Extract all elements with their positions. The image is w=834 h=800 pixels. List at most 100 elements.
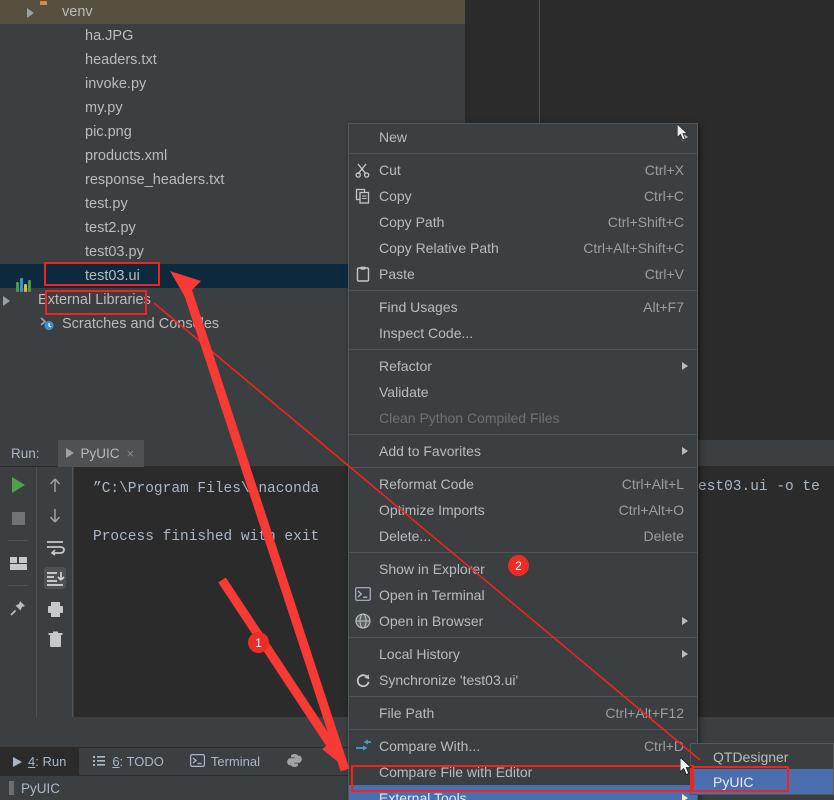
menu-item-label: Local History <box>379 646 460 662</box>
menu-item-copy-path[interactable]: Copy Path Ctrl+Shift+C <box>349 209 697 235</box>
menu-item-open-in-browser[interactable]: Open in Browser <box>349 608 697 634</box>
soft-wrap-icon[interactable] <box>44 536 66 558</box>
submenu-arrow-icon <box>682 650 688 658</box>
menu-item-find-usages[interactable]: Find Usages Alt+F7 <box>349 294 697 320</box>
menu-item-copy[interactable]: Copy Ctrl+C <box>349 183 697 209</box>
menu-item-label: Copy Path <box>379 214 445 230</box>
tool-button-todo[interactable]: 6: TODO <box>79 748 177 776</box>
menu-item-compare-file-with-editor[interactable]: Compare File with Editor <box>349 759 697 785</box>
terminal-icon <box>355 587 372 604</box>
menu-separator <box>349 696 697 697</box>
tree-item-icon: Qt <box>63 268 79 284</box>
tree-row-venv[interactable]: venv <box>0 0 465 24</box>
editor-split-divider[interactable] <box>539 0 540 125</box>
refresh-icon <box>355 672 372 689</box>
chevron-right-icon[interactable] <box>0 294 13 307</box>
submenu-item-label: QTDesigner <box>713 748 789 765</box>
scissors-icon <box>355 162 372 179</box>
todo-list-icon <box>92 754 106 770</box>
tree-item-icon <box>63 76 79 92</box>
submenu-arrow-icon <box>682 447 688 455</box>
tree-item-label: my.py <box>85 100 123 116</box>
tool-button-todo-label: 6: TODO <box>112 754 164 769</box>
menu-item-compare-with[interactable]: Compare With... Ctrl+D <box>349 733 697 759</box>
tree-item-icon <box>63 124 79 140</box>
tree-row-my-py[interactable]: my.py <box>0 96 465 120</box>
menu-item-shortcut: Ctrl+V <box>644 266 684 282</box>
menu-item-show-in-explorer[interactable]: Show in Explorer <box>349 556 697 582</box>
scroll-up-icon[interactable] <box>44 474 66 496</box>
menu-item-label: Show in Explorer <box>379 561 485 577</box>
submenu-item-pyuic[interactable]: PyUIC <box>691 769 833 794</box>
menu-item-copy-relative-path[interactable]: Copy Relative Path Ctrl+Alt+Shift+C <box>349 235 697 261</box>
menu-item-shortcut: Ctrl+Alt+O <box>618 502 684 518</box>
menu-item-label: Paste <box>379 266 415 282</box>
tree-row-ha-jpg[interactable]: ha.JPG <box>0 24 465 48</box>
pin-icon[interactable] <box>7 597 29 619</box>
tool-button-terminal-label: Terminal <box>210 754 260 769</box>
print-icon[interactable] <box>44 598 66 620</box>
tree-item-icon: <> <box>63 148 79 164</box>
menu-item-new[interactable]: New <box>349 124 697 150</box>
menu-item-delete[interactable]: Delete... Delete <box>349 523 697 549</box>
editor-pane-main <box>465 0 834 125</box>
menu-item-label: Validate <box>379 384 429 400</box>
tree-item-label: headers.txt <box>85 52 157 68</box>
menu-item-label: Reformat Code <box>379 476 474 492</box>
menu-item-validate[interactable]: Validate <box>349 379 697 405</box>
tool-button-python-console[interactable] <box>273 748 316 776</box>
context-menu[interactable]: New Cut Ctrl+X Copy Ctrl+C Copy Path Ctrl+Shif… <box>348 123 698 800</box>
run-toolbar-primary[interactable] <box>0 467 37 717</box>
tool-button-run[interactable]: 4: Run <box>0 747 80 776</box>
tree-item-label: test03.ui <box>85 268 140 284</box>
tool-button-terminal[interactable]: Terminal <box>177 748 273 776</box>
tree-item-icon <box>63 28 79 44</box>
menu-item-shortcut: Alt+F7 <box>643 299 684 315</box>
stop-icon[interactable] <box>7 507 29 529</box>
chevron-right-icon[interactable] <box>24 6 37 19</box>
menu-item-inspect-code[interactable]: Inspect Code... <box>349 320 697 346</box>
tool-button-run-label: 4: Run <box>28 754 67 769</box>
external-tools-submenu[interactable]: QTDesigner PyUIC <box>690 743 834 795</box>
menu-item-local-history[interactable]: Local History <box>349 641 697 667</box>
menu-item-label: Synchronize 'test03.ui' <box>379 672 519 688</box>
menu-item-open-in-terminal[interactable]: Open in Terminal <box>349 582 697 608</box>
status-bar-text: PyUIC <box>21 780 61 796</box>
run-triangle-icon <box>13 756 22 767</box>
menu-item-reformat-code[interactable]: Reformat Code Ctrl+Alt+L <box>349 471 697 497</box>
menu-item-label: New <box>379 129 408 145</box>
tree-item-label: invoke.py <box>85 76 147 92</box>
submenu-item-label: PyUIC <box>713 773 754 790</box>
run-tab-pyuic[interactable]: PyUIC × <box>57 439 145 467</box>
run-label: Run: <box>11 445 40 461</box>
menu-item-label: File Path <box>379 705 435 721</box>
menu-item-cut[interactable]: Cut Ctrl+X <box>349 157 697 183</box>
menu-item-optimize-imports[interactable]: Optimize Imports Ctrl+Alt+O <box>349 497 697 523</box>
menu-item-refactor[interactable]: Refactor <box>349 353 697 379</box>
trash-icon[interactable] <box>44 629 66 651</box>
menu-item-paste[interactable]: Paste Ctrl+V <box>349 261 697 287</box>
menu-item-file-path[interactable]: File Path Ctrl+Alt+F12 <box>349 700 697 726</box>
menu-item-external-tools[interactable]: External Tools <box>349 785 697 800</box>
close-icon[interactable]: × <box>127 446 135 461</box>
menu-item-synchronize-test03-ui[interactable]: Synchronize 'test03.ui' <box>349 667 697 693</box>
menu-item-shortcut: Ctrl+Alt+L <box>621 476 684 492</box>
tree-row-invoke-py[interactable]: invoke.py <box>0 72 465 96</box>
menu-item-add-to-favorites[interactable]: Add to Favorites <box>349 438 697 464</box>
menu-item-label: Compare File with Editor <box>379 764 533 780</box>
tree-row-headers-txt[interactable]: headers.txt <box>0 48 465 72</box>
layout-icon[interactable] <box>7 552 29 574</box>
run-icon[interactable] <box>7 474 29 496</box>
scroll-down-icon[interactable] <box>44 505 66 527</box>
menu-separator <box>349 729 697 730</box>
submenu-item-qtdesigner[interactable]: QTDesigner <box>691 744 833 769</box>
run-toolbar-secondary[interactable] <box>38 467 73 717</box>
menu-separator <box>349 467 697 468</box>
scroll-to-end-icon[interactable] <box>44 567 66 589</box>
